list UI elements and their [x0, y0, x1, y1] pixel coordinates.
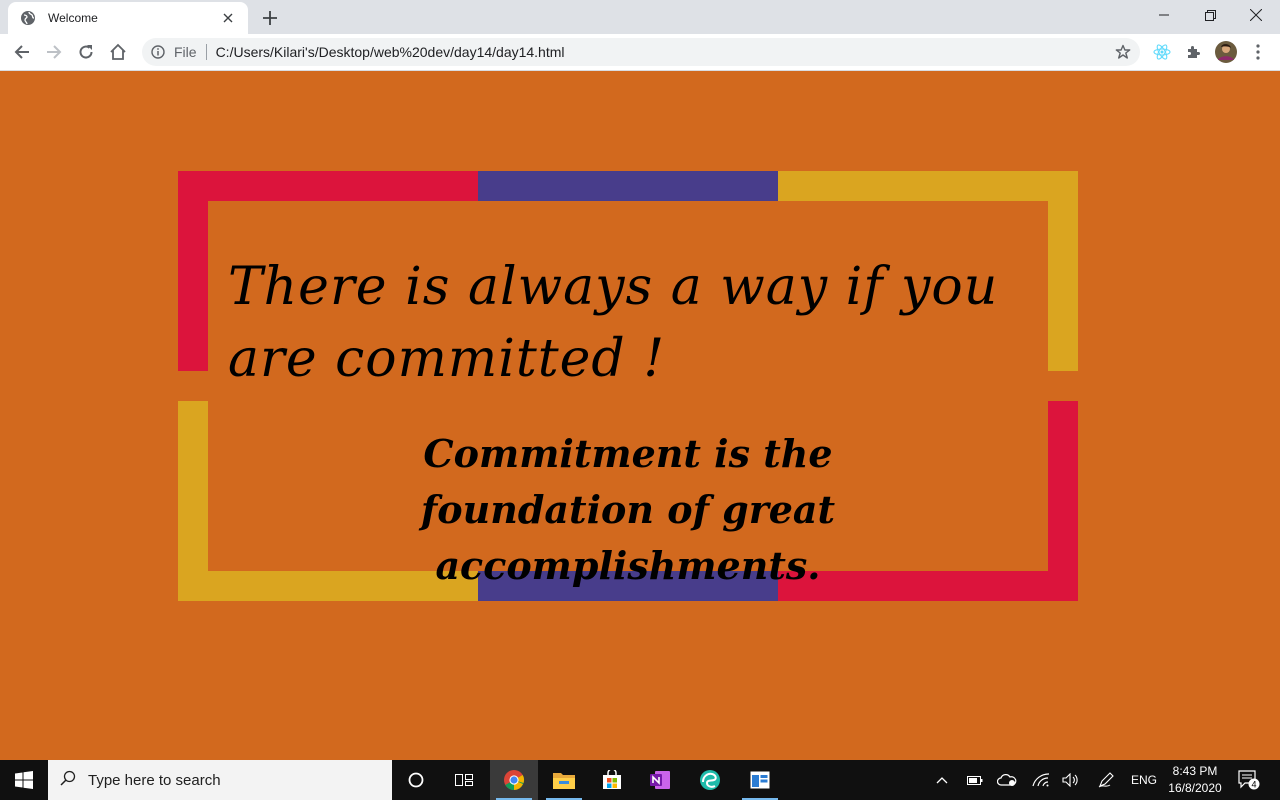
back-icon[interactable]	[8, 38, 36, 66]
browser-tab[interactable]: Welcome	[8, 2, 248, 34]
search-placeholder: Type here to search	[88, 771, 221, 789]
minimize-icon[interactable]	[1141, 0, 1187, 30]
puzzle-icon[interactable]	[1181, 39, 1207, 65]
quote-headline: There is always a way if you are committ…	[228, 257, 999, 389]
browser-toolbar: File C:/Users/Kilari's/Desktop/web%20dev…	[0, 34, 1280, 71]
forward-icon[interactable]	[40, 38, 68, 66]
star-icon[interactable]	[1110, 39, 1136, 65]
taskbar: Type here to search ENG 8:43 PM 16/8/202…	[0, 760, 1280, 800]
chrome-icon[interactable]	[490, 760, 538, 800]
edge-icon[interactable]	[686, 760, 734, 800]
kebab-menu-icon[interactable]	[1245, 39, 1271, 65]
notification-count: 4	[1251, 780, 1256, 790]
language-indicator[interactable]: ENG	[1128, 760, 1160, 800]
taskbar-search-box[interactable]: Type here to search	[48, 760, 392, 800]
clock-time: 8:43 PM	[1172, 764, 1218, 778]
onedrive-icon[interactable]	[994, 760, 1020, 800]
info-icon[interactable]	[150, 44, 166, 60]
cortana-icon[interactable]	[392, 760, 440, 800]
tab-title: Welcome	[48, 11, 98, 25]
clock[interactable]: 8:43 PM 16/8/2020	[1160, 763, 1230, 797]
url-text[interactable]: C:/Users/Kilari's/Desktop/web%20dev/day1…	[216, 44, 1110, 60]
page-viewport: There is always a way if you are committ…	[0, 71, 1280, 760]
onenote-icon[interactable]	[636, 760, 684, 800]
volume-icon[interactable]	[1058, 760, 1084, 800]
quote-frame: There is always a way if you are committ…	[178, 171, 1078, 601]
address-bar[interactable]: File C:/Users/Kilari's/Desktop/web%20dev…	[142, 38, 1140, 66]
close-window-icon[interactable]	[1233, 0, 1279, 30]
pen-icon[interactable]	[1094, 760, 1120, 800]
battery-icon[interactable]	[962, 760, 988, 800]
quote-subtext: Commitment is the foundation of great ac…	[420, 431, 836, 588]
file-explorer-icon[interactable]	[540, 760, 588, 800]
frame-left-red	[178, 171, 208, 371]
omnibox-divider	[205, 44, 207, 60]
notification-icon[interactable]: 4	[1234, 760, 1264, 800]
frame-right-gold	[1048, 171, 1078, 371]
avatar[interactable]	[1213, 39, 1239, 65]
close-icon[interactable]	[218, 8, 238, 28]
tab-strip: Welcome	[0, 0, 1280, 34]
url-scheme-label: File	[174, 44, 197, 60]
app-window-icon[interactable]	[736, 760, 784, 800]
windows-start-icon[interactable]	[0, 760, 48, 800]
wifi-icon[interactable]	[1028, 760, 1054, 800]
frame-top-purple	[478, 171, 778, 201]
plus-icon[interactable]	[258, 6, 282, 30]
home-icon[interactable]	[104, 38, 132, 66]
task-view-icon[interactable]	[440, 760, 488, 800]
clock-date: 16/8/2020	[1168, 781, 1222, 795]
chevron-up-icon[interactable]	[930, 760, 954, 800]
frame-top-red	[178, 171, 478, 201]
globe-icon	[20, 10, 36, 26]
react-icon[interactable]	[1149, 39, 1175, 65]
frame-top-gold	[778, 171, 1078, 201]
search-icon	[60, 770, 76, 790]
store-icon[interactable]	[588, 760, 636, 800]
restore-icon[interactable]	[1187, 0, 1233, 30]
reload-icon[interactable]	[72, 38, 100, 66]
